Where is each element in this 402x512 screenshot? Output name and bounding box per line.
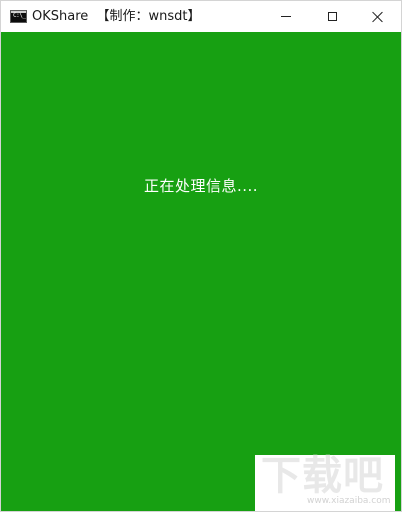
- maximize-button[interactable]: [309, 1, 355, 32]
- close-icon: [372, 11, 384, 23]
- title-bar[interactable]: C:\_ OKShare 【制作：wnsdt】: [1, 1, 401, 32]
- minimize-icon: [281, 16, 291, 17]
- close-button[interactable]: [355, 1, 401, 32]
- maximize-icon: [327, 12, 337, 21]
- window-title: OKShare 【制作：wnsdt】: [32, 9, 201, 24]
- minimize-button[interactable]: [263, 1, 309, 32]
- cmd-console-icon[interactable]: C:\_: [10, 10, 27, 23]
- watermark-url: www.xiazaiba.com: [307, 496, 391, 506]
- status-message: 正在处理信息....: [143, 177, 259, 195]
- console-area[interactable]: 正在处理信息.... 下载吧 www.xiazaiba.com: [1, 32, 401, 511]
- watermark: 下载吧 www.xiazaiba.com: [255, 452, 395, 511]
- watermark-logo: 下载吧: [261, 452, 384, 499]
- icon-prompt-text: C:\_: [13, 12, 26, 19]
- console-window: C:\_ OKShare 【制作：wnsdt】 正在处理信息.... 下载吧 w…: [0, 0, 402, 512]
